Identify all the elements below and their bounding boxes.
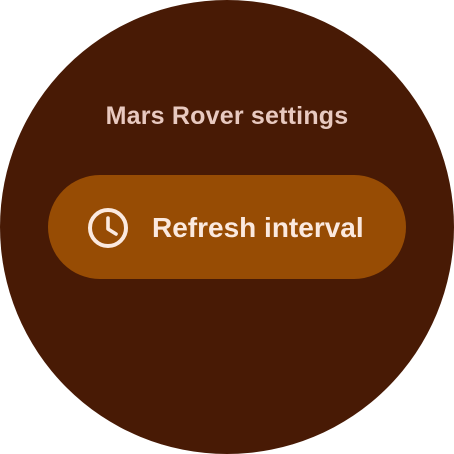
refresh-interval-label: Refresh interval (152, 212, 364, 243)
screen-title: Mars Rover settings (105, 102, 349, 130)
watch-screen: Mars Rover settings Refresh interval (0, 0, 454, 454)
clock-icon (87, 207, 129, 249)
